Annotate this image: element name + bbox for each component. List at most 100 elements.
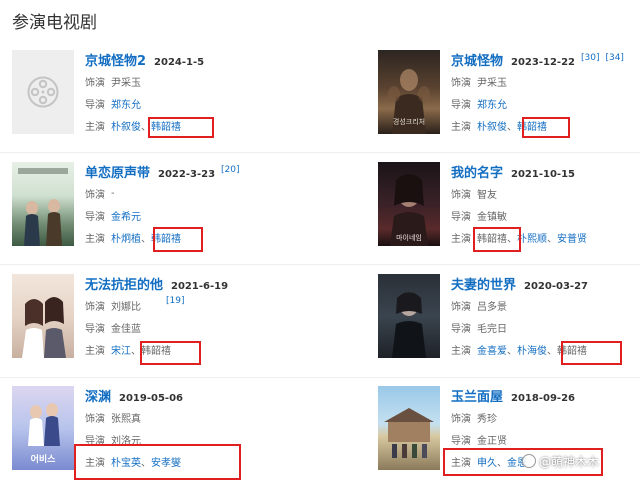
cast-separator: 、 [497, 457, 507, 469]
drama-date: 2022-3-23 [158, 169, 216, 180]
poster-title-text: 경성크리처 [393, 117, 425, 126]
section-title: 参演电视剧 [12, 13, 97, 33]
cast-link[interactable]: 安孝燮 [151, 454, 181, 469]
drama-title-link[interactable]: 无法抗拒的他 [85, 274, 163, 293]
cast-link[interactable]: 朴叙俊 [477, 118, 507, 133]
director-link[interactable]: 金希元 [111, 208, 141, 223]
drama-date: 2021-6-19 [171, 281, 229, 292]
cast-link[interactable]: 韩韶禧 [151, 230, 181, 245]
poster-art [392, 292, 426, 358]
role-label: 饰演 [85, 77, 105, 89]
cast-separator: 、 [547, 345, 557, 357]
watermark-logo-icon [522, 454, 536, 468]
drama-card: 京城怪物2 2024-1-5 饰演 尹采玉 导演 郑东允 主演 朴叙俊、韩韶禧 [12, 50, 312, 162]
role-value: - [111, 187, 115, 199]
director-link[interactable]: 郑东允 [111, 96, 141, 111]
row-divider [0, 264, 640, 265]
role-label: 饰演 [451, 413, 471, 425]
poster-art: 경성크리처 [388, 69, 430, 134]
watermark: @萌神木木 [522, 453, 599, 470]
poster-image [12, 162, 74, 246]
cast-label: 主演 [85, 233, 105, 245]
drama-card: 单恋原声带 2022-3-23 [20] 饰演 - 导演 金希元 主演 朴炯植、韩韶禧 [12, 162, 312, 274]
cast-link[interactable]: 朴宝英 [111, 454, 141, 469]
drama-card: 夫妻的世界 2020-03-27 饰演 吕多景 导演 毛完日 主演 金喜爱、朴海俊、韩… [378, 274, 640, 386]
cast-separator: 、 [131, 345, 141, 357]
film-reel-icon [27, 76, 59, 108]
role-label: 饰演 [85, 413, 105, 425]
reference-link[interactable]: [34] [605, 53, 623, 63]
director-link[interactable]: 郑东允 [477, 96, 507, 111]
drama-info: 深渊 2019-05-06 饰演 张熙真 导演 刘洛元 主演 朴宝英、安孝燮 [85, 386, 310, 472]
director-value: 金镇敏 [477, 211, 507, 223]
drama-card: 어비스 深渊 2019-05-06 饰演 张熙真 导演 刘洛元 主演 朴宝英、安孝燮 [12, 386, 312, 486]
cast-link[interactable]: 申久 [477, 454, 497, 469]
director-value: 金佳蓝 [111, 323, 141, 335]
cast-link[interactable]: 韩韶禧 [517, 118, 547, 133]
role-label: 饰演 [451, 301, 471, 313]
role-value: 尹采玉 [111, 77, 141, 89]
drama-date: 2019-05-06 [119, 393, 183, 404]
drama-title-link[interactable]: 夫妻的世界 [451, 274, 516, 293]
poster-title-text: 어비스 [31, 453, 57, 465]
drama-title-link[interactable]: 我的名字 [451, 162, 503, 181]
director-label: 导演 [85, 211, 105, 223]
director-value: 刘洛元 [111, 435, 141, 447]
poster-image: 경성크리처 [378, 50, 440, 134]
reference-link[interactable]: [20] [221, 165, 239, 175]
drama-card: 마이네임 我的名字 2021-10-15 饰演 智友 导演 金镇敏 主演 韩韶禧、朴熙… [378, 162, 640, 274]
cast-separator: 、 [507, 345, 517, 357]
cast-link[interactable]: 韩韶禧 [151, 118, 181, 133]
cast-link[interactable]: 宋江 [111, 342, 131, 357]
role-label: 饰演 [85, 189, 105, 201]
poster-art: 마이네임 [390, 174, 428, 246]
cast-link[interactable]: 朴炯植 [111, 230, 141, 245]
drama-info: 夫妻的世界 2020-03-27 饰演 吕多景 导演 毛完日 主演 金喜爱、朴海俊、韩… [451, 274, 640, 360]
role-value: 张熙真 [111, 413, 141, 425]
cast-separator: 、 [507, 233, 517, 245]
role-label: 饰演 [451, 77, 471, 89]
poster-art [22, 297, 66, 358]
cast-link[interactable]: 朴熙顺 [517, 230, 547, 245]
poster-image [378, 386, 440, 470]
cast-name: 韩韶禧 [477, 233, 507, 245]
director-label: 导演 [451, 435, 471, 447]
poster-placeholder [12, 50, 74, 134]
cast-separator: 、 [141, 457, 151, 469]
cast-separator: 、 [141, 121, 151, 133]
poster-art: 어비스 [28, 403, 60, 465]
cast-label: 主演 [85, 457, 105, 469]
drama-date: 2024-1-5 [154, 57, 205, 68]
drama-title-link[interactable]: 深渊 [85, 386, 111, 405]
drama-info: 京城怪物2 2024-1-5 饰演 尹采玉 导演 郑东允 主演 朴叙俊、韩韶禧 [85, 50, 310, 136]
director-label: 导演 [451, 211, 471, 223]
poster-title-text: 마이네임 [396, 233, 422, 242]
reference-link[interactable]: [19] [166, 296, 184, 306]
row-divider [0, 152, 640, 153]
cast-link[interactable]: 朴叙俊 [111, 118, 141, 133]
drama-info: 无法抗拒的他 2021-6-19 [19] 饰演 刘娜比 导演 金佳蓝 主演 宋江、韩… [85, 274, 310, 360]
drama-title-link[interactable]: 单恋原声带 [85, 162, 150, 181]
watermark-text: @萌神木木 [539, 455, 600, 469]
role-value: 刘娜比 [111, 301, 141, 313]
drama-title-link[interactable]: 京城怪物 [451, 50, 503, 69]
role-label: 饰演 [85, 301, 105, 313]
cast-separator: 、 [141, 233, 151, 245]
cast-link[interactable]: 朴海俊 [517, 342, 547, 357]
cast-label: 主演 [451, 233, 471, 245]
role-value: 吕多景 [477, 301, 507, 313]
cast-link[interactable]: 金喜爱 [477, 342, 507, 357]
role-label: 饰演 [451, 189, 471, 201]
cast-label: 主演 [85, 121, 105, 133]
cast-separator: 、 [547, 233, 557, 245]
drama-date: 2020-03-27 [524, 281, 588, 292]
drama-info: 我的名字 2021-10-15 饰演 智友 导演 金镇敏 主演 韩韶禧、朴熙顺、安普贤 [451, 162, 640, 248]
cast-link[interactable]: 安普贤 [557, 230, 587, 245]
drama-card: 玉兰面屋 2018-09-26 饰演 秀珍 导演 金正贤 主演 申久、金恩 [378, 386, 640, 486]
cast-label: 主演 [451, 457, 471, 469]
cast-name: 韩韶禧 [557, 345, 587, 357]
drama-title-link[interactable]: 玉兰面屋 [451, 386, 503, 405]
drama-title-link[interactable]: 京城怪物2 [85, 50, 146, 69]
reference-link[interactable]: [30] [581, 53, 599, 63]
role-value: 智友 [477, 189, 497, 201]
